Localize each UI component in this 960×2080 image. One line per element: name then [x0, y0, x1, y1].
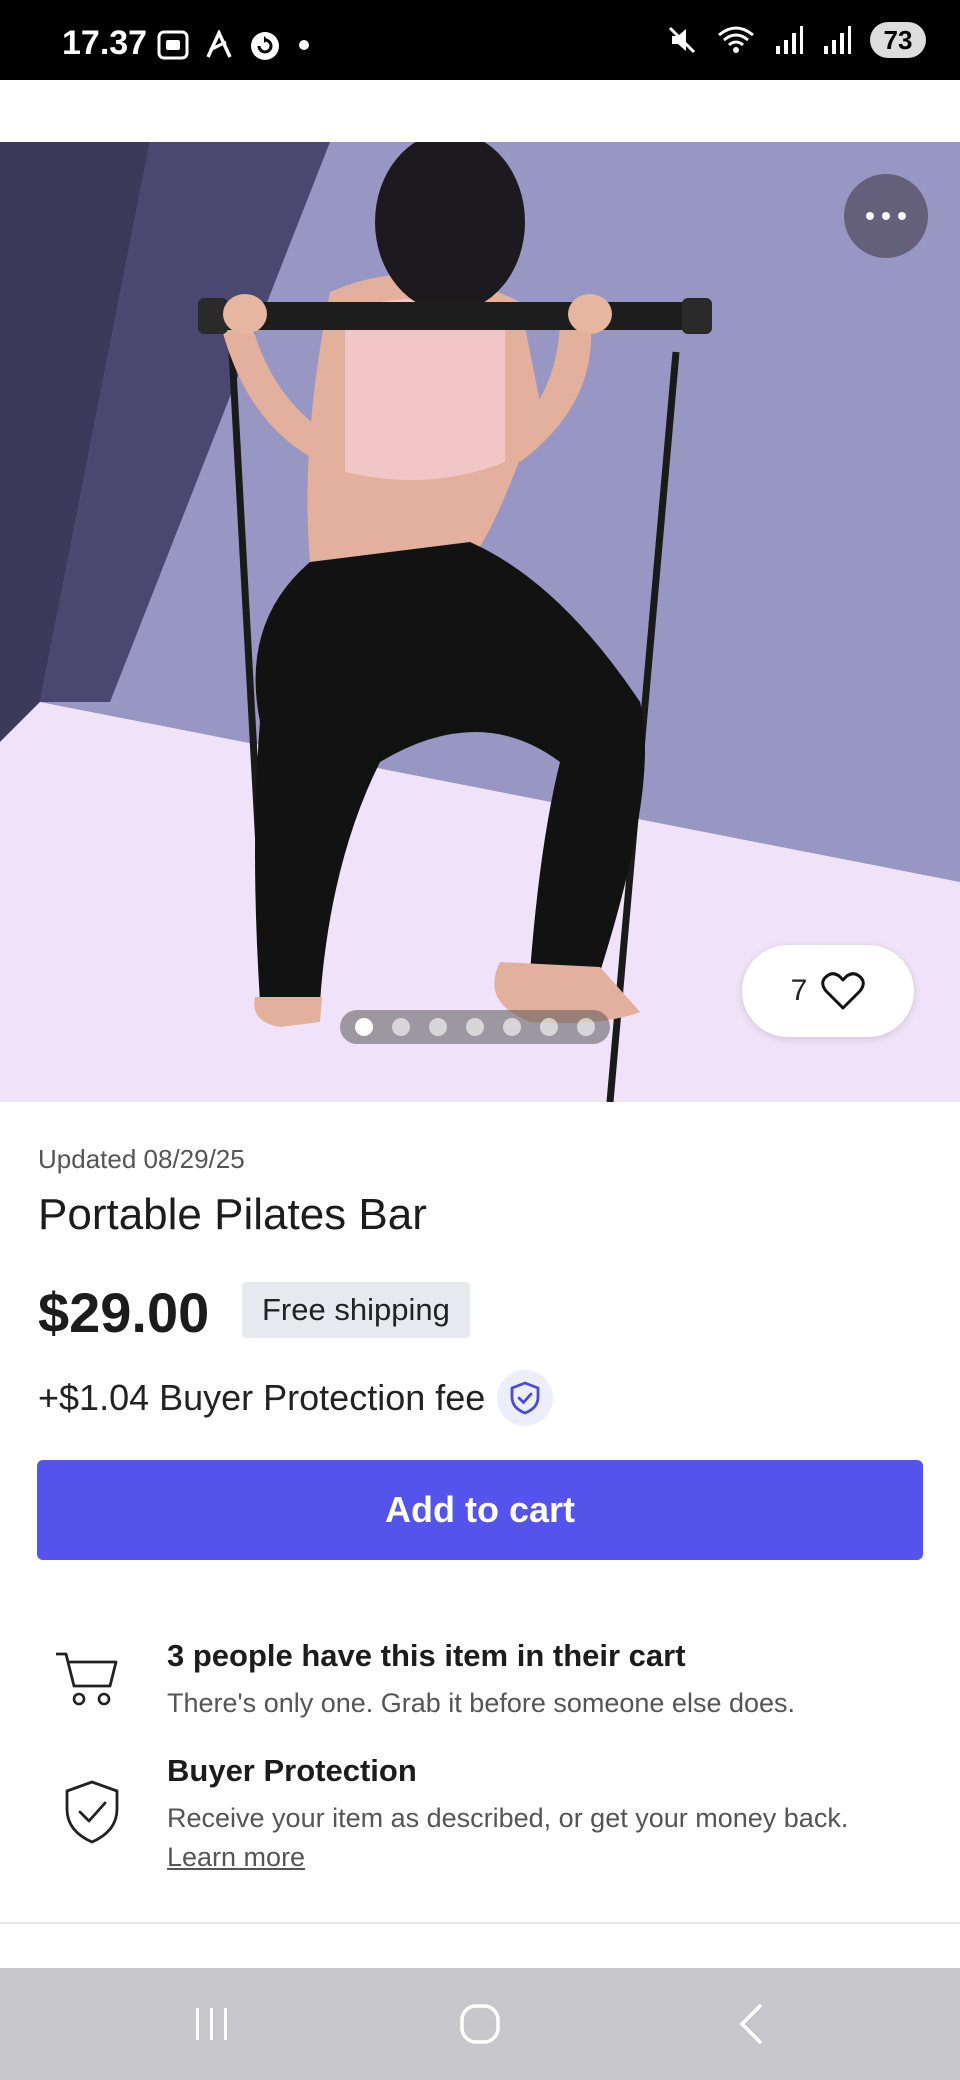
image-pagination[interactable]	[340, 1010, 610, 1044]
pagination-dot[interactable]	[466, 1018, 484, 1036]
pagination-dot[interactable]	[429, 1018, 447, 1036]
protection-info-desc: Receive your item as described, or get y…	[167, 1799, 887, 1877]
pagination-dot[interactable]	[355, 1018, 373, 1036]
pagination-dot[interactable]	[577, 1018, 595, 1036]
wifi-icon	[718, 26, 754, 53]
more-horizontal-icon	[866, 212, 874, 220]
cart-info-desc: There's only one. Grab it before someone…	[167, 1688, 796, 1718]
learn-more-link[interactable]: Learn more	[167, 1842, 305, 1872]
cart-icon	[56, 1652, 118, 1706]
product-title: Portable Pilates Bar	[38, 1190, 427, 1239]
back-icon[interactable]	[732, 2002, 772, 2046]
heart-icon	[821, 972, 866, 1010]
buyer-protection-info: Buyer Protection Receive your item as de…	[54, 1753, 914, 1883]
status-left-icons	[156, 28, 312, 62]
shield-icon[interactable]	[497, 1370, 554, 1426]
pagination-dot[interactable]	[540, 1018, 558, 1036]
status-right-icons: 73	[666, 22, 926, 58]
home-icon[interactable]	[458, 2002, 502, 2046]
signal-icon	[776, 26, 803, 54]
cart-info-title: 3 people have this item in their cart	[167, 1638, 686, 1673]
like-count: 7	[790, 974, 808, 1007]
pagination-dot[interactable]	[392, 1018, 410, 1036]
status-bar: 17.37 73	[0, 0, 960, 80]
protection-info-title: Buyer Protection	[167, 1753, 417, 1788]
like-button[interactable]: 7	[742, 945, 914, 1037]
product-image-gallery[interactable]: 7	[0, 142, 960, 1102]
top-spacer	[0, 80, 960, 142]
sync-icon	[251, 32, 279, 60]
fee-text: +$1.04 Buyer Protection fee	[38, 1377, 486, 1418]
cart-demand-info: 3 people have this item in their cart Th…	[54, 1638, 914, 1728]
system-nav-bar	[0, 1968, 960, 2080]
pagination-dot[interactable]	[503, 1018, 521, 1036]
product-price: $29.00	[38, 1281, 210, 1344]
free-shipping-badge: Free shipping	[242, 1282, 470, 1338]
screenshot-icon	[157, 30, 189, 60]
section-divider	[0, 1922, 960, 1924]
dot-icon	[299, 40, 309, 50]
signal-icon	[824, 26, 851, 54]
recent-apps-icon[interactable]	[192, 2004, 232, 2044]
buyer-protection-fee: +$1.04 Buyer Protection fee	[38, 1370, 554, 1426]
shield-check-icon	[65, 1780, 119, 1844]
more-options-button[interactable]	[844, 174, 928, 258]
status-time: 17.37	[62, 24, 148, 62]
battery-indicator: 73	[870, 22, 926, 58]
protection-desc-text: Receive your item as described, or get y…	[167, 1803, 849, 1833]
mute-icon	[668, 26, 696, 54]
updated-date: Updated 08/29/25	[38, 1144, 245, 1174]
add-to-cart-button[interactable]: Add to cart	[37, 1460, 923, 1560]
a-icon	[206, 30, 232, 58]
